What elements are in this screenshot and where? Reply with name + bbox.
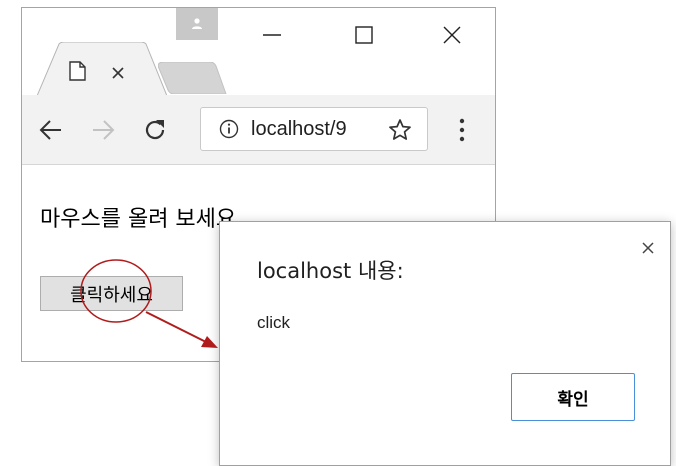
alert-dialog: localhost 내용: click 확인 <box>219 221 671 466</box>
address-bar[interactable]: localhost/9 <box>200 107 428 151</box>
url-text[interactable]: localhost/9 <box>251 118 377 141</box>
forward-arrow-icon <box>93 120 115 140</box>
page-heading: 마우스를 올려 보세요 <box>40 207 237 232</box>
more-vert-icon <box>459 118 465 142</box>
reload-icon <box>145 120 165 140</box>
click-button[interactable]: 클릭하세요 <box>40 276 183 311</box>
forward-button[interactable] <box>86 113 120 147</box>
tab-strip <box>22 42 495 96</box>
close-icon <box>642 242 654 254</box>
profile-person-icon <box>192 18 202 29</box>
dialog-close-button[interactable] <box>638 238 658 258</box>
bookmark-star-icon[interactable] <box>388 118 412 142</box>
info-icon[interactable] <box>219 119 239 139</box>
toolbar: localhost/9 <box>22 95 495 165</box>
new-tab-button[interactable] <box>158 62 228 94</box>
profile-button[interactable] <box>176 8 218 40</box>
menu-button[interactable] <box>447 113 477 147</box>
back-arrow-icon <box>39 120 61 140</box>
page-icon <box>69 61 86 81</box>
tab-active[interactable] <box>37 42 167 96</box>
back-button[interactable] <box>34 113 68 147</box>
title-bar <box>22 8 495 96</box>
reload-button[interactable] <box>138 113 172 147</box>
dialog-title: localhost 내용: <box>257 259 404 283</box>
ok-button[interactable]: 확인 <box>511 373 635 421</box>
dialog-message: click <box>257 313 291 332</box>
